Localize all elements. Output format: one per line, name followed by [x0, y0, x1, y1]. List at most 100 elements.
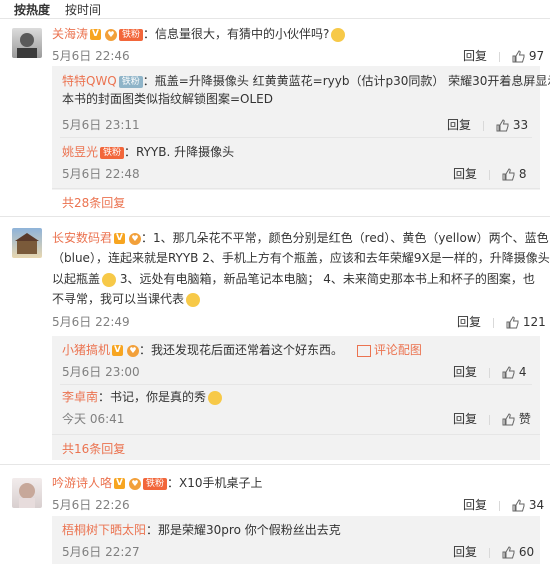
- username[interactable]: 李卓南: [62, 390, 98, 404]
- like-button[interactable]: 33: [496, 118, 528, 132]
- like-button[interactable]: 60: [502, 545, 534, 559]
- username[interactable]: 小猪搞机: [62, 343, 110, 357]
- thinking-emoji-icon: [331, 27, 346, 42]
- username[interactable]: 吟游诗人咯: [52, 476, 112, 490]
- like-button[interactable]: 34: [512, 498, 544, 512]
- reply-time: 5月6日 22:27: [62, 545, 140, 559]
- like-button[interactable]: 121: [506, 315, 546, 329]
- divider: [60, 384, 532, 385]
- reply-button[interactable]: 回复: [463, 49, 487, 63]
- reply-time: 今天 06:41: [62, 412, 125, 426]
- like-label: 赞: [518, 412, 531, 426]
- reply-line: 李卓南：书记，你是真的秀: [62, 388, 223, 406]
- level-icon: ♥: [129, 232, 142, 245]
- reply-text: ：那是荣耀30pro 你个假粉丝出去克: [146, 523, 341, 537]
- username[interactable]: 梧桐树下晒太阳: [62, 523, 146, 537]
- reply-actions: 回复 4: [453, 363, 526, 380]
- divider: [0, 464, 550, 465]
- divider: [52, 434, 540, 435]
- more-replies-link[interactable]: 共28条回复: [62, 194, 125, 211]
- comment-actions: 回复 97: [463, 47, 544, 64]
- like-button[interactable]: 8: [502, 167, 526, 181]
- reply-actions: 回复 60: [453, 543, 534, 560]
- more-replies-link[interactable]: 共16条回复: [62, 440, 125, 457]
- reply-button[interactable]: 回复: [463, 498, 487, 512]
- reply-line: 小猪搞机 V ♥ ：我还发现花后面还常着这个好东西。 评论配图: [62, 341, 422, 359]
- smug-emoji-icon: [186, 292, 201, 307]
- like-count: 60: [518, 545, 535, 559]
- like-icon: [496, 119, 509, 132]
- like-count: 97: [528, 49, 545, 63]
- comment-time: 5月6日 22:49: [52, 315, 130, 329]
- username[interactable]: 长安数码君: [52, 231, 112, 245]
- avatar[interactable]: [12, 28, 42, 58]
- verified-icon: V: [114, 478, 126, 489]
- reply-actions: 回复 赞: [453, 410, 531, 427]
- like-icon: [512, 50, 525, 63]
- reply-line: 特特QWQ 铁粉 ：瓶盖=升降摄像头 红黄黄蓝花=ryyb（估计p30同款） 荣耀3…: [62, 72, 550, 90]
- reply-time: 5月6日 22:48: [62, 167, 140, 181]
- like-count: 8: [518, 167, 527, 181]
- reply-button[interactable]: 回复: [453, 365, 477, 379]
- level-icon: ♥: [129, 477, 142, 490]
- fan-badge: 铁粉: [100, 146, 125, 159]
- fan-badge: 铁粉: [118, 75, 143, 88]
- like-count: 34: [528, 498, 545, 512]
- like-count: 4: [518, 365, 527, 379]
- sort-bar: 按热度 按时间: [0, 0, 550, 18]
- divider: [0, 216, 550, 217]
- like-icon: [502, 413, 515, 426]
- divider: [60, 137, 532, 138]
- comment-time: 5月6日 22:46: [52, 49, 130, 63]
- like-button[interactable]: 97: [512, 49, 544, 63]
- like-button[interactable]: 4: [502, 365, 526, 379]
- comment-text: ：信息量很大，有猜中的小伙伴吗?: [143, 27, 330, 41]
- comment-line: 吟游诗人咯 V ♥ 铁粉 ：X10手机桌子上: [52, 474, 263, 492]
- divider: [0, 18, 550, 19]
- reply-actions: 回复 33: [447, 116, 528, 133]
- avatar[interactable]: [12, 228, 42, 258]
- sort-by-hot[interactable]: 按热度: [14, 1, 50, 18]
- verified-icon: V: [114, 233, 126, 244]
- fan-badge: 铁粉: [119, 28, 144, 41]
- smile-emoji-icon: [102, 272, 117, 287]
- reply-text-cont: 本书的封面图类似指纹解锁图案=OLED: [62, 92, 274, 106]
- comment-line: 长安数码君 V ♥ ：1、那几朵花不平常，颜色分别是红色（red）、黄色（yellow…: [52, 229, 549, 247]
- image-link[interactable]: 评论配图: [356, 343, 422, 357]
- reply-actions: 回复 8: [453, 165, 526, 182]
- image-icon: [356, 344, 371, 357]
- divider: [52, 188, 540, 189]
- reply-text: ：书记，你是真的秀: [98, 390, 207, 404]
- username[interactable]: 关海涛: [52, 27, 88, 41]
- sort-by-time[interactable]: 按时间: [65, 1, 101, 18]
- comment-text-cont: 不寻常，我可以当课代表: [52, 290, 201, 308]
- username[interactable]: 特特QWQ: [62, 74, 117, 88]
- avatar[interactable]: [12, 478, 42, 508]
- verified-icon: V: [90, 29, 102, 40]
- username[interactable]: 姚昱光: [62, 145, 98, 159]
- comment-time: 5月6日 22:26: [52, 498, 130, 512]
- comment-line: 关海涛 V ♥ 铁粉 ：信息量很大，有猜中的小伙伴吗?: [52, 25, 346, 43]
- level-icon: ♥: [105, 28, 118, 41]
- reply-button[interactable]: 回复: [453, 545, 477, 559]
- fan-badge: 铁粉: [143, 477, 168, 490]
- reply-button[interactable]: 回复: [457, 315, 481, 329]
- comment-text: ：1、那几朵花不平常，颜色分别是红色（red）、黄色（yellow）两个、蓝色: [141, 231, 549, 245]
- comment-text: ：X10手机桌子上: [167, 476, 263, 490]
- comment-actions: 回复 121: [457, 313, 546, 330]
- comment-actions: 回复 34: [463, 496, 544, 513]
- like-icon: [502, 366, 515, 379]
- reply-button[interactable]: 回复: [453, 412, 477, 426]
- reply-button[interactable]: 回复: [447, 118, 471, 132]
- reply-time: 5月6日 23:00: [62, 365, 140, 379]
- like-icon: [502, 546, 515, 559]
- reply-time: 5月6日 23:11: [62, 118, 140, 132]
- comment-text-cont: 以起瓶盖 3、远处有电脑箱，新品笔记本电脑； 4、未来简史那本书上和杯子的图案，…: [52, 272, 535, 287]
- reply-text: ：瓶盖=升降摄像头 红黄黄蓝花=ryyb（估计p30同款） 荣耀30开着息屏显示…: [142, 74, 550, 88]
- like-button[interactable]: 赞: [502, 412, 531, 426]
- verified-icon: V: [112, 345, 124, 356]
- reply-button[interactable]: 回复: [453, 167, 477, 181]
- like-icon: [512, 499, 525, 512]
- like-icon: [502, 168, 515, 181]
- laugh-emoji-icon: [208, 390, 223, 405]
